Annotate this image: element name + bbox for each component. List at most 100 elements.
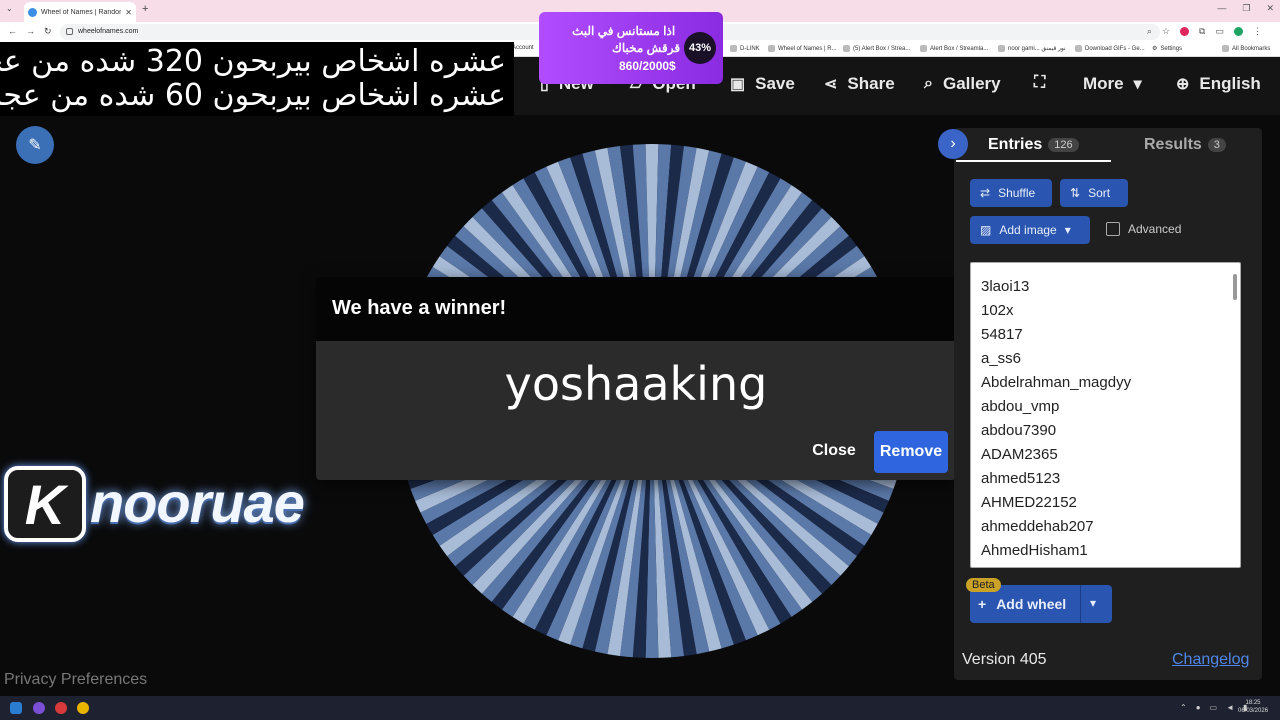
menu-icon[interactable]: ⋮	[1253, 26, 1262, 37]
window-controls: — ❐ ✕	[1217, 3, 1274, 14]
tab-results[interactable]: Results 3	[1144, 136, 1226, 154]
start-icon[interactable]	[10, 702, 22, 714]
advanced-checkbox[interactable]: Advanced	[1106, 222, 1181, 236]
gear-icon: ⚙	[1152, 46, 1158, 52]
sort-icon: ⇅	[1070, 186, 1081, 200]
reload-icon[interactable]: ↻	[44, 26, 52, 37]
browser-tab[interactable]: Wheel of Names | Random na ✕	[24, 2, 136, 22]
tab-search-icon[interactable]: ⌄	[6, 4, 13, 13]
taskbar-app-icon[interactable]	[55, 702, 67, 714]
entry-item[interactable]: ahmeddehab207	[981, 515, 1131, 539]
add-image-button[interactable]: ▨ Add image ▾	[970, 216, 1090, 244]
collapse-panel-button[interactable]: ›	[938, 129, 968, 159]
bookmark-icon	[730, 45, 737, 52]
gallery-button[interactable]: ⌕ Gallery	[924, 74, 1001, 94]
overlay-line-1: عشره اشخاص بيربحون 320 شده من عجلة الحظ	[0, 44, 506, 79]
shuffle-icon: ⇄	[980, 186, 991, 200]
scrollbar-thumb[interactable]	[1233, 274, 1237, 300]
add-wheel-dropdown-icon[interactable]: ▾	[1090, 596, 1096, 610]
entry-item[interactable]: Abdelrahman_magdyy	[981, 371, 1131, 395]
logo-k-badge: K	[4, 466, 86, 542]
entry-item[interactable]: a_ss6	[981, 347, 1131, 371]
bookmark-item[interactable]: Account	[512, 45, 534, 51]
taskbar-app-icon[interactable]	[33, 702, 45, 714]
volume-icon[interactable]: ◄	[1226, 703, 1234, 712]
share-icon: ⋖	[824, 76, 838, 93]
bookmark-icon	[768, 45, 775, 52]
entry-item[interactable]: AHMED22152	[981, 491, 1131, 515]
tab-results-label: Results	[1144, 136, 1202, 153]
bookmark-item[interactable]: All Bookmarks	[1222, 45, 1270, 52]
shuffle-button[interactable]: ⇄ Shuffle	[970, 179, 1052, 207]
edit-button[interactable]: ✎	[16, 126, 54, 164]
chrome-icon[interactable]	[77, 702, 89, 714]
entries-scrollbar[interactable]	[1232, 264, 1238, 564]
bookmark-item[interactable]: Alert Box / Streamla...	[920, 45, 988, 52]
maximize-icon[interactable]: ❐	[1242, 3, 1250, 14]
entry-item[interactable]: ADAM2365	[981, 443, 1131, 467]
clock-date: 06/03/2026	[1238, 708, 1269, 714]
minimize-icon[interactable]: —	[1217, 3, 1226, 14]
star-icon[interactable]: ☆	[1162, 26, 1170, 37]
entry-item[interactable]: ahmed5123	[981, 467, 1131, 491]
sort-button[interactable]: ⇅ Sort	[1060, 179, 1128, 207]
image-icon: ▨	[980, 223, 992, 237]
browser-tools: ⌕ ☆ ⧉ ▭ ⋮	[1147, 26, 1262, 37]
entry-item[interactable]: 3laoi13	[981, 275, 1131, 299]
add-wheel-divider	[1080, 585, 1081, 623]
caret-down-icon: ▾	[1064, 223, 1071, 237]
entry-item[interactable]: abdou7390	[981, 419, 1131, 443]
entry-item[interactable]: abdou_vmp	[981, 395, 1131, 419]
dialog-header: We have a winner!	[316, 277, 956, 341]
checkbox-box[interactable]	[1106, 222, 1120, 236]
bookmark-item[interactable]: D-LINK	[730, 45, 760, 52]
entry-item[interactable]: 54817	[981, 323, 1131, 347]
sidepanel-icon[interactable]: ▭	[1215, 26, 1224, 37]
network-icon[interactable]: ▭	[1210, 703, 1218, 712]
chevron-up-icon[interactable]: ⌃	[1180, 703, 1187, 712]
save-icon: ▣	[730, 76, 746, 93]
mic-icon[interactable]: ●	[1196, 703, 1201, 712]
site-info-icon[interactable]	[66, 28, 73, 35]
winner-name: yoshaaking	[504, 357, 768, 411]
bookmark-icon	[1075, 45, 1082, 52]
entries-textarea[interactable]: 3laoi13 102x 54817 a_ss6 Abdelrahman_magdyy a…	[970, 262, 1241, 568]
close-tab-icon[interactable]: ✕	[125, 8, 132, 17]
zoom-icon[interactable]: ⌕	[1147, 26, 1152, 37]
extensions-icon[interactable]: ⧉	[1199, 26, 1205, 37]
changelog-link[interactable]: Changelog	[1172, 651, 1249, 669]
remove-button[interactable]: Remove	[874, 431, 948, 473]
chevron-right-icon: ›	[950, 135, 956, 152]
bookmark-item[interactable]: Download GIFs - Ge...	[1075, 45, 1145, 52]
clock[interactable]: 18:25 06/03/2026	[1238, 699, 1268, 715]
os-taskbar	[0, 696, 1280, 720]
close-window-icon[interactable]: ✕	[1266, 3, 1274, 14]
winner-dialog: We have a winner! yoshaaking Close Remov…	[316, 277, 956, 480]
bookmark-item[interactable]: (5) Alert Box / Strea...	[843, 45, 910, 52]
tab-entries[interactable]: Entries 126	[988, 136, 1079, 154]
bookmark-icon	[920, 45, 927, 52]
fullscreen-button[interactable]: ⛶	[1034, 74, 1045, 92]
save-button[interactable]: ▣ Save	[730, 74, 795, 94]
new-tab-icon[interactable]: +	[142, 3, 148, 15]
profile-avatar[interactable]	[1234, 27, 1243, 36]
share-button[interactable]: ⋖ Share	[824, 74, 895, 94]
forward-icon[interactable]: →	[26, 26, 35, 36]
bookmark-item[interactable]: Wheel of Names | R...	[768, 45, 837, 52]
language-button[interactable]: ⊕ English	[1176, 74, 1261, 94]
donation-percent: 43%	[684, 32, 716, 64]
beta-badge: Beta	[966, 578, 1001, 592]
extension-icon[interactable]	[1180, 27, 1190, 36]
entry-item[interactable]: 102x	[981, 299, 1131, 323]
close-button[interactable]: Close	[804, 431, 864, 471]
more-button[interactable]: More ▾	[1083, 74, 1142, 94]
donation-subtitle: قرقش مخباك	[612, 41, 681, 55]
entries-count-badge: 126	[1048, 138, 1079, 152]
bookmark-item[interactable]: ⚙ Settings	[1152, 45, 1182, 53]
donation-amount: 860/2000$	[619, 59, 676, 73]
privacy-preferences-link[interactable]: Privacy Preferences	[4, 671, 147, 689]
back-icon[interactable]: ←	[8, 26, 17, 36]
entry-item[interactable]: AhmedHisham1	[981, 539, 1131, 563]
tab-title: Wheel of Names | Random na	[41, 8, 121, 16]
bookmark-item[interactable]: noor gami... نور قيمنق	[998, 45, 1066, 52]
